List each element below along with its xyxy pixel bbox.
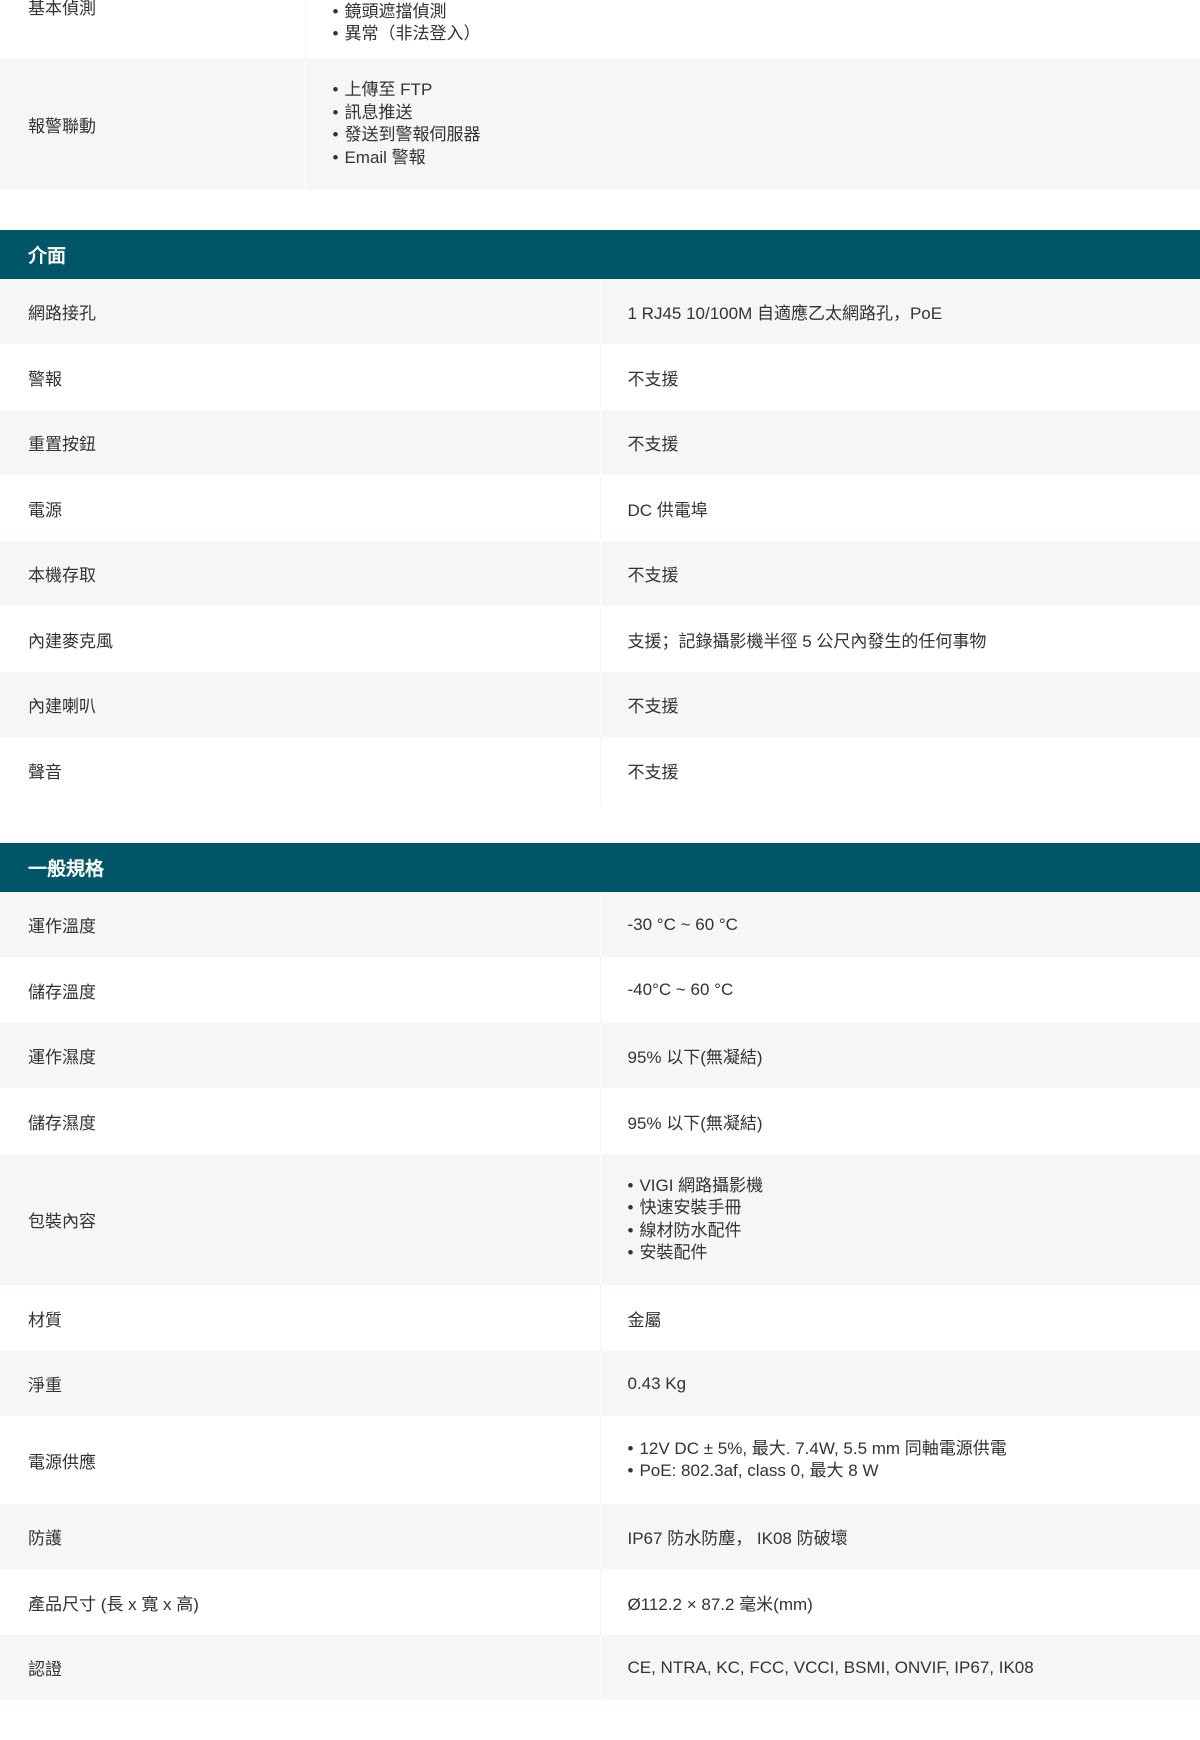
interface-section: 介面 網路接孔 1 RJ45 10/100M 自適應乙太網路孔，PoE 警報 不… xyxy=(0,230,1200,803)
spec-row: 內建麥克風 支援；記錄攝影機半徑 5 公尺內發生的任何事物 xyxy=(0,606,1200,672)
section-title: 一般規格 xyxy=(0,843,1200,892)
spec-label: 運作溫度 xyxy=(0,892,601,957)
spec-row: 材質 金屬 xyxy=(0,1285,1200,1351)
general-section: 一般規格 運作溫度 -30 °C ~ 60 °C 儲存溫度 -40°C ~ 60… xyxy=(0,843,1200,1700)
bullet-list: 上傳至 FTP 訊息推送 發送到警報伺服器 Email 警報 xyxy=(333,79,1200,169)
spec-value: Ø112.2 × 87.2 毫米(mm) xyxy=(600,1569,1200,1635)
bullet-list: 鏡頭遮擋偵測 異常（非法登入） xyxy=(333,1,1200,46)
spec-row: 運作濕度 95% 以下(無凝結) xyxy=(0,1023,1200,1088)
spec-value: 不支援 xyxy=(600,344,1200,410)
spec-value: 支援；記錄攝影機半徑 5 公尺內發生的任何事物 xyxy=(600,606,1200,672)
spec-value: DC 供電埠 xyxy=(600,475,1200,541)
spec-value: 1 RJ45 10/100M 自適應乙太網路孔，PoE xyxy=(600,279,1200,344)
bullet-item: 發送到警報伺服器 xyxy=(333,124,1200,147)
spec-sheet: 基本偵測 鏡頭遮擋偵測 異常（非法登入） 報警聯動 上傳至 FTP 訊息推送 發… xyxy=(0,0,1200,1700)
spec-label: 產品尺寸 (長 x 寬 x 高) xyxy=(0,1569,601,1635)
spec-value: 上傳至 FTP 訊息推送 發送到警報伺服器 Email 警報 xyxy=(305,58,1200,190)
spec-row: 儲存溫度 -40°C ~ 60 °C xyxy=(0,957,1200,1023)
spec-label: 重置按鈕 xyxy=(0,410,601,475)
spec-value: 不支援 xyxy=(600,737,1200,803)
spec-value: 不支援 xyxy=(600,410,1200,475)
spec-label: 儲存溫度 xyxy=(0,957,601,1023)
bullet-item: 安裝配件 xyxy=(628,1242,1200,1265)
spec-label: 警報 xyxy=(0,344,601,410)
section-header: 一般規格 xyxy=(0,843,1200,892)
spec-value: VIGI 網路攝影機 快速安裝手冊 線材防水配件 安裝配件 xyxy=(600,1154,1200,1285)
spec-value: IP67 防水防塵， IK08 防破壞 xyxy=(600,1504,1200,1569)
spec-value: 鏡頭遮擋偵測 異常（非法登入） xyxy=(305,0,1200,58)
spec-row: 內建喇叭 不支援 xyxy=(0,672,1200,737)
bullet-item: 12V DC ± 5%, 最大. 7.4W, 5.5 mm 同軸電源供電 xyxy=(628,1438,1200,1461)
spec-label: 聲音 xyxy=(0,737,601,803)
bullet-item: PoE: 802.3af, class 0, 最大 8 W xyxy=(628,1460,1200,1483)
spec-row: 電源供應 12V DC ± 5%, 最大. 7.4W, 5.5 mm 同軸電源供… xyxy=(0,1416,1200,1504)
spec-row: 報警聯動 上傳至 FTP 訊息推送 發送到警報伺服器 Email 警報 xyxy=(0,58,1200,190)
section-title: 介面 xyxy=(0,230,1200,279)
spec-label: 報警聯動 xyxy=(0,58,306,190)
spec-row: 網路接孔 1 RJ45 10/100M 自適應乙太網路孔，PoE xyxy=(0,279,1200,344)
spec-label: 認證 xyxy=(0,1635,601,1700)
spec-label: 運作濕度 xyxy=(0,1023,601,1088)
spec-row: 本機存取 不支援 xyxy=(0,541,1200,606)
spec-label: 包裝內容 xyxy=(0,1154,601,1285)
top-partial-section: 基本偵測 鏡頭遮擋偵測 異常（非法登入） 報警聯動 上傳至 FTP 訊息推送 發… xyxy=(0,0,1200,190)
spec-label: 儲存濕度 xyxy=(0,1088,601,1154)
bullet-list: VIGI 網路攝影機 快速安裝手冊 線材防水配件 安裝配件 xyxy=(628,1175,1200,1265)
spec-label: 電源供應 xyxy=(0,1416,601,1504)
bullet-item: 鏡頭遮擋偵測 xyxy=(333,1,1200,24)
bullet-item: 上傳至 FTP xyxy=(333,79,1200,102)
spec-label: 內建麥克風 xyxy=(0,606,601,672)
spec-row: 包裝內容 VIGI 網路攝影機 快速安裝手冊 線材防水配件 安裝配件 xyxy=(0,1154,1200,1285)
spec-value: CE, NTRA, KC, FCC, VCCI, BSMI, ONVIF, IP… xyxy=(600,1635,1200,1700)
bullet-item: 異常（非法登入） xyxy=(333,23,1200,46)
spec-row: 認證 CE, NTRA, KC, FCC, VCCI, BSMI, ONVIF,… xyxy=(0,1635,1200,1700)
spec-row: 電源 DC 供電埠 xyxy=(0,475,1200,541)
bullet-item: 快速安裝手冊 xyxy=(628,1197,1200,1220)
spec-label: 本機存取 xyxy=(0,541,601,606)
spec-row: 重置按鈕 不支援 xyxy=(0,410,1200,475)
spec-label: 材質 xyxy=(0,1285,601,1351)
bullet-item: VIGI 網路攝影機 xyxy=(628,1175,1200,1198)
spec-value: -30 °C ~ 60 °C xyxy=(600,892,1200,957)
spec-row: 聲音 不支援 xyxy=(0,737,1200,803)
section-header: 介面 xyxy=(0,230,1200,279)
bullet-item: 訊息推送 xyxy=(333,102,1200,125)
bullet-item: Email 警報 xyxy=(333,147,1200,170)
spec-value: 不支援 xyxy=(600,541,1200,606)
spec-value: 95% 以下(無凝結) xyxy=(600,1023,1200,1088)
spec-value: 0.43 Kg xyxy=(600,1351,1200,1416)
spec-row: 基本偵測 鏡頭遮擋偵測 異常（非法登入） xyxy=(0,0,1200,58)
spec-label: 淨重 xyxy=(0,1351,601,1416)
spec-label: 網路接孔 xyxy=(0,279,601,344)
bullet-list: 12V DC ± 5%, 最大. 7.4W, 5.5 mm 同軸電源供電 PoE… xyxy=(628,1438,1200,1483)
spec-row: 淨重 0.43 Kg xyxy=(0,1351,1200,1416)
spec-value: -40°C ~ 60 °C xyxy=(600,957,1200,1023)
bullet-item: 線材防水配件 xyxy=(628,1220,1200,1243)
spec-row: 運作溫度 -30 °C ~ 60 °C xyxy=(0,892,1200,957)
spec-label: 防護 xyxy=(0,1504,601,1569)
spec-row: 儲存濕度 95% 以下(無凝結) xyxy=(0,1088,1200,1154)
spec-value: 不支援 xyxy=(600,672,1200,737)
spec-value: 12V DC ± 5%, 最大. 7.4W, 5.5 mm 同軸電源供電 PoE… xyxy=(600,1416,1200,1504)
spec-label: 內建喇叭 xyxy=(0,672,601,737)
spec-row: 產品尺寸 (長 x 寬 x 高) Ø112.2 × 87.2 毫米(mm) xyxy=(0,1569,1200,1635)
spec-row: 警報 不支援 xyxy=(0,344,1200,410)
spec-label: 電源 xyxy=(0,475,601,541)
spec-value: 金屬 xyxy=(600,1285,1200,1351)
spec-row: 防護 IP67 防水防塵， IK08 防破壞 xyxy=(0,1504,1200,1569)
spec-label: 基本偵測 xyxy=(0,0,306,58)
spec-value: 95% 以下(無凝結) xyxy=(600,1088,1200,1154)
